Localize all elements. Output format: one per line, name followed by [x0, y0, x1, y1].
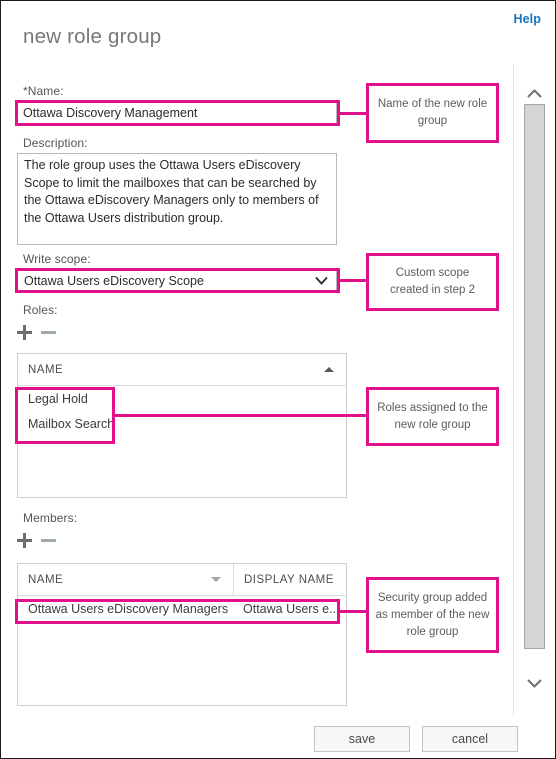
members-column-name[interactable]: NAME: [18, 564, 233, 595]
name-label: *Name:: [23, 84, 64, 98]
write-scope-label: Write scope:: [23, 252, 91, 266]
scrollbar-track[interactable]: [524, 104, 545, 649]
cancel-button[interactable]: cancel: [422, 726, 518, 752]
members-listbox[interactable]: NAME DISPLAY NAME Ottawa Users eDiscover…: [17, 563, 347, 706]
roles-column-name-label: NAME: [28, 363, 64, 376]
annotation-callout-name: Name of the new role group: [366, 83, 499, 143]
annotation-connector-name: [338, 112, 368, 115]
roles-label: Roles:: [23, 303, 58, 317]
roles-listbox[interactable]: NAME Legal Hold Mailbox Search: [17, 353, 347, 498]
member-display-name-cell: Ottawa Users e...: [243, 601, 340, 616]
annotation-connector-roles: [113, 414, 368, 417]
scrollbar-thumb[interactable]: [524, 104, 545, 649]
new-role-group-dialog: Help new role group *Name: Description: …: [0, 0, 556, 759]
roles-table-header: NAME: [18, 354, 346, 386]
role-name-cell: Legal Hold: [28, 391, 88, 406]
chevron-down-icon[interactable]: [526, 677, 543, 689]
name-input[interactable]: [17, 102, 337, 124]
table-row[interactable]: Legal Hold: [18, 386, 346, 411]
minus-icon[interactable]: [41, 533, 56, 548]
roles-column-name[interactable]: NAME: [18, 354, 346, 385]
write-scope-select[interactable]: Ottawa Users eDiscovery Scope: [17, 269, 337, 292]
roles-toolbar: [17, 325, 56, 340]
help-link[interactable]: Help: [514, 12, 542, 26]
chevron-down-icon: [315, 276, 328, 285]
members-toolbar: [17, 533, 56, 548]
plus-icon[interactable]: [17, 325, 32, 340]
role-name-cell: Mailbox Search: [28, 416, 115, 431]
annotation-connector-write-scope: [338, 279, 368, 282]
save-button[interactable]: save: [314, 726, 410, 752]
annotation-callout-write-scope: Custom scope created in step 2: [366, 253, 499, 311]
description-label: Description:: [23, 136, 88, 150]
chevron-up-icon[interactable]: [526, 88, 543, 100]
plus-icon[interactable]: [17, 533, 32, 548]
sort-ascending-icon: [324, 367, 334, 372]
write-scope-value: Ottawa Users eDiscovery Scope: [24, 273, 204, 288]
members-column-display-name-label: DISPLAY NAME: [244, 573, 334, 586]
page-title: new role group: [23, 25, 162, 48]
annotation-connector-members: [338, 610, 368, 613]
description-textarea[interactable]: The role group uses the Ottawa Users eDi…: [17, 153, 337, 245]
annotation-callout-members: Security group added as member of the ne…: [366, 577, 499, 653]
sort-descending-icon: [211, 577, 221, 582]
members-table-header: NAME DISPLAY NAME: [18, 564, 346, 596]
member-name-cell: Ottawa Users eDiscovery Managers: [28, 601, 229, 616]
minus-icon[interactable]: [41, 325, 56, 340]
members-column-name-label: NAME: [28, 573, 64, 586]
members-label: Members:: [23, 511, 78, 525]
table-row[interactable]: Ottawa Users eDiscovery Managers Ottawa …: [18, 596, 346, 621]
annotation-callout-roles: Roles assigned to the new role group: [366, 387, 499, 446]
vertical-scrollbar[interactable]: [513, 64, 554, 716]
members-column-display-name[interactable]: DISPLAY NAME: [233, 564, 346, 595]
